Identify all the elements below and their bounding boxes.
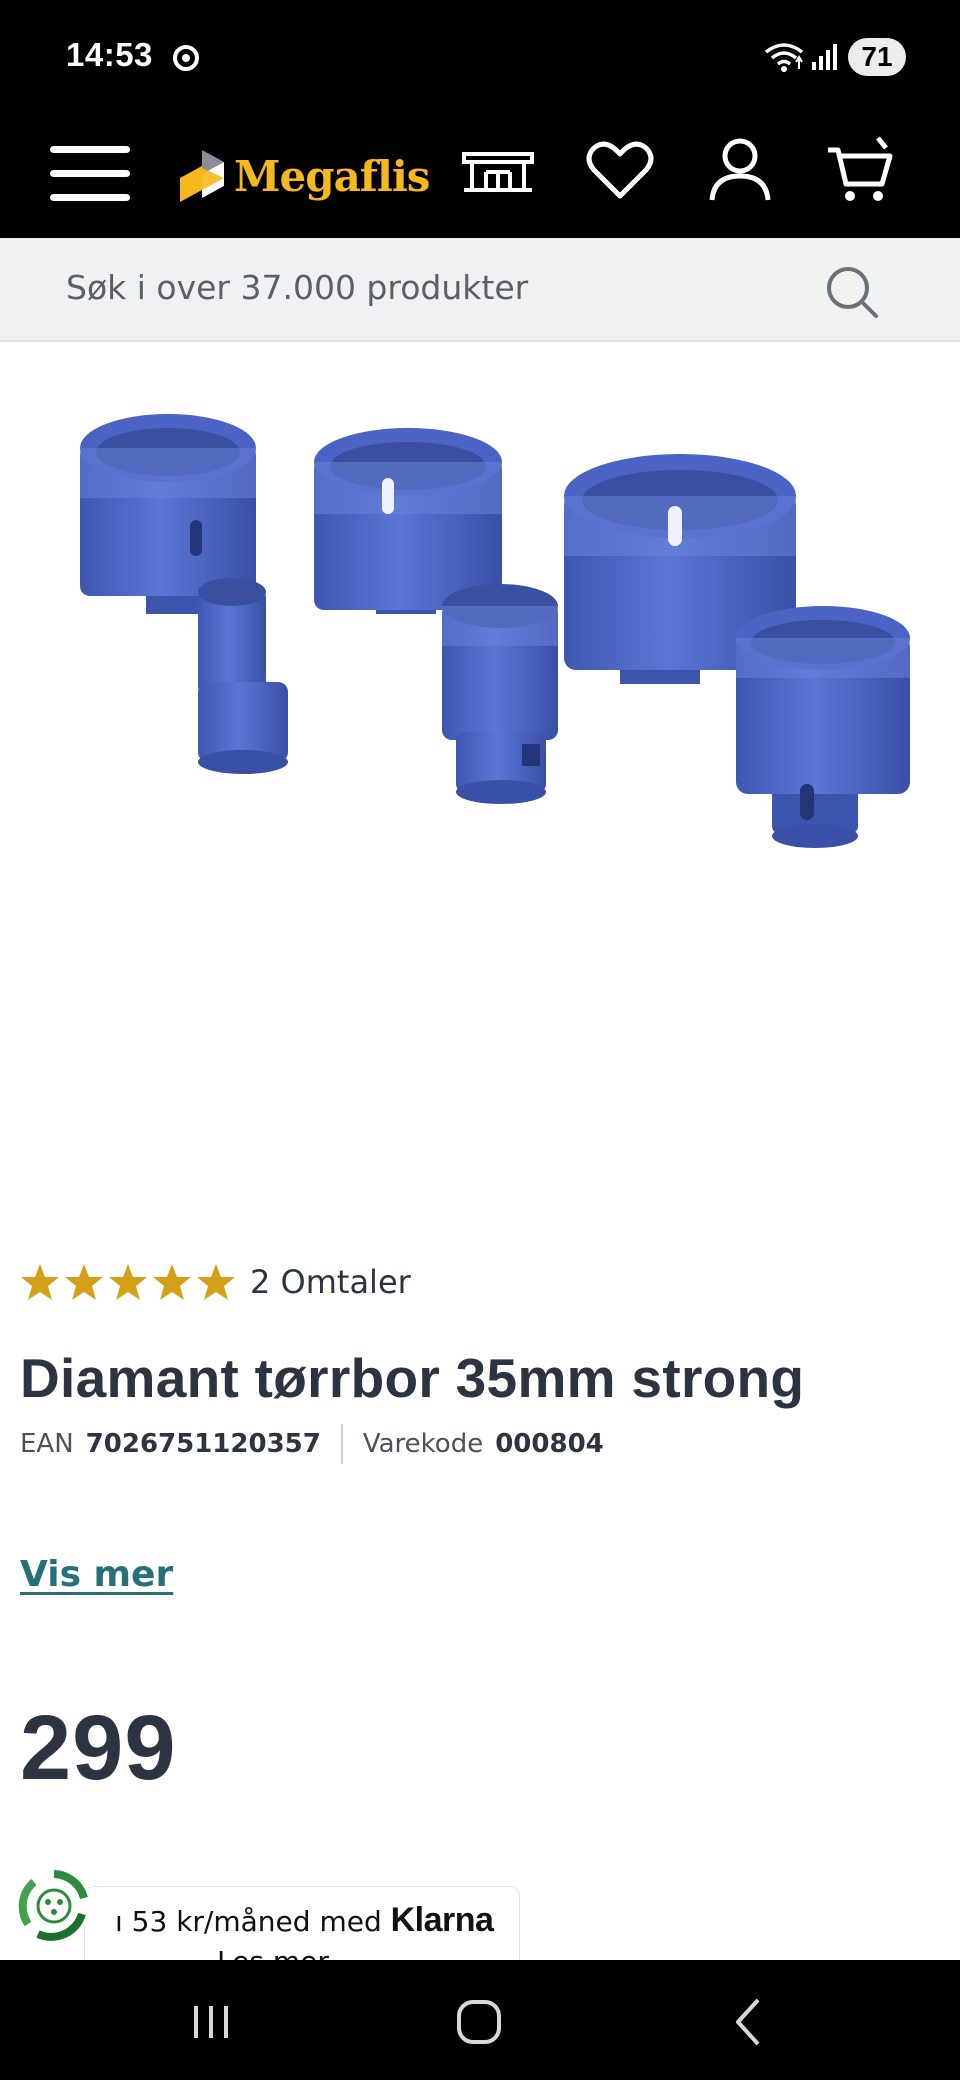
diamond-core-drill-set-image <box>80 414 910 848</box>
recent-apps-icon[interactable] <box>176 1986 246 2056</box>
menu-button[interactable] <box>46 134 134 214</box>
megaflis-logo[interactable]: Megaflis <box>178 130 430 220</box>
signal-icon <box>812 44 837 70</box>
system-navigation-bar <box>0 1960 960 2080</box>
site-header: Megaflis <box>0 110 960 238</box>
show-more-link[interactable]: Vis mer <box>20 1554 173 1595</box>
home-icon[interactable] <box>445 1986 515 2056</box>
app-notification-icon <box>173 45 199 71</box>
menu-icon-bar <box>50 194 130 201</box>
wifi-icon <box>764 43 804 72</box>
star-icon <box>65 1264 103 1300</box>
star-icon <box>21 1264 59 1300</box>
heart-icon[interactable] <box>584 134 656 206</box>
battery-indicator: 71 <box>848 38 906 76</box>
sku-value: 000804 <box>495 1429 604 1459</box>
meta-divider <box>340 1424 343 1464</box>
star-icon <box>109 1264 147 1300</box>
product-rating[interactable]: 2 Omtaler <box>20 1260 411 1304</box>
logo-text: Megaflis <box>234 152 430 201</box>
star-icon <box>197 1264 235 1300</box>
product-image[interactable] <box>0 344 960 1204</box>
showroom-icon[interactable] <box>462 134 534 206</box>
product-title: Diamant tørrbor 35mm strong <box>20 1347 805 1409</box>
ean-value: 7026751120357 <box>85 1429 321 1459</box>
review-count[interactable]: 2 Omtaler <box>250 1263 411 1301</box>
star-icon <box>153 1264 191 1300</box>
search-input[interactable]: Søk i over 37.000 produkter <box>66 268 528 307</box>
status-time: 14:53 <box>66 36 153 73</box>
back-icon[interactable] <box>714 1986 784 2056</box>
drill-bit <box>736 606 910 848</box>
drill-bit <box>314 428 502 614</box>
product-meta: EAN 7026751120357 Varekode 000804 <box>20 1424 604 1464</box>
recycle-badge-icon[interactable] <box>16 1868 92 1944</box>
ean-label: EAN <box>20 1429 74 1459</box>
status-bar: 14:53 71 <box>0 0 960 110</box>
klarna-installment-text: ı 53 kr/måned med Klarna <box>115 1901 494 1940</box>
drill-bit <box>442 584 558 804</box>
search-icon[interactable] <box>824 264 880 320</box>
klarna-logo: Klarna <box>390 1901 494 1939</box>
menu-icon-bar <box>50 146 130 153</box>
menu-icon-bar <box>50 170 130 177</box>
logo-mark-icon <box>180 150 224 202</box>
user-icon[interactable] <box>704 134 776 206</box>
search-bar[interactable]: Søk i over 37.000 produkter <box>0 238 960 342</box>
drill-bit <box>198 578 288 774</box>
cart-icon[interactable] <box>824 134 896 206</box>
sku-label: Varekode <box>362 1429 484 1459</box>
product-price: 299 <box>20 1697 177 1799</box>
klarna-installment-label: ı 53 kr/måned med <box>115 1905 391 1938</box>
